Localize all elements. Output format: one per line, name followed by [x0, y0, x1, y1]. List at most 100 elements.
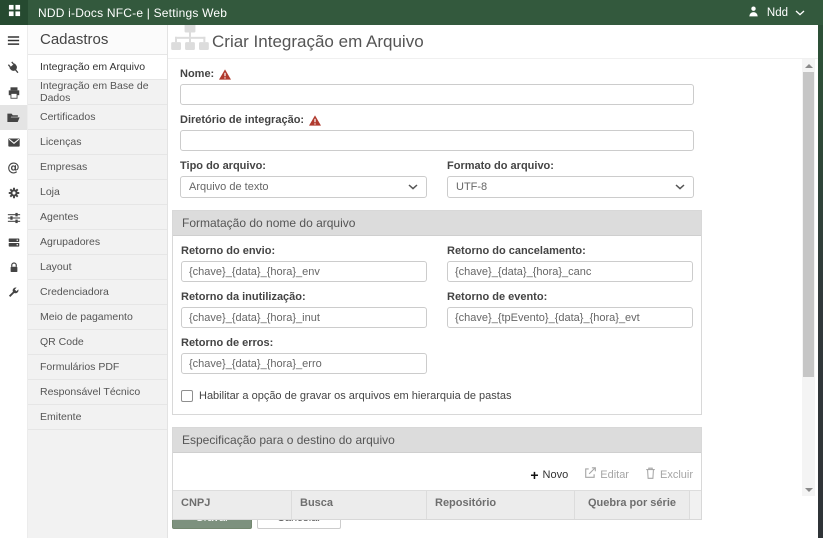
rail-security-button[interactable]	[0, 255, 27, 280]
sitemap-icon	[170, 25, 210, 53]
retorno-evento-label: Retorno de evento:	[447, 291, 693, 303]
table-scrollbar-spacer	[689, 491, 701, 519]
scroll-up-arrow[interactable]	[802, 59, 815, 72]
column-header-quebra-por-serie: Quebra por série	[574, 491, 689, 519]
app-launcher-button[interactable]	[0, 0, 28, 25]
icon-rail: @	[0, 25, 28, 538]
rail-at-button[interactable]: @	[0, 155, 27, 180]
printer-icon	[7, 86, 21, 100]
retorno-inutilizacao-input[interactable]	[181, 307, 427, 328]
sidebar-item-certificados[interactable]: Certificados	[28, 105, 167, 130]
tipo-arquivo-label: Tipo do arquivo:	[180, 160, 427, 172]
editar-button[interactable]: Editar	[584, 467, 629, 482]
top-bar: NDD i-Docs NFC-e | Settings Web Ndd	[0, 0, 823, 25]
mail-icon	[7, 136, 21, 149]
rail-database-button[interactable]	[0, 230, 27, 255]
chevron-down-icon	[795, 7, 805, 19]
sidebar: Cadastros Integração em Arquivo Integraç…	[28, 25, 168, 538]
tipo-arquivo-value: Arquivo de texto	[189, 181, 269, 193]
destino-table: CNPJ Busca Repositório Quebra por série	[173, 490, 701, 519]
database-icon	[7, 236, 21, 249]
gear-icon	[7, 186, 21, 200]
sidebar-item-empresas[interactable]: Empresas	[28, 155, 167, 180]
sidebar-item-loja[interactable]: Loja	[28, 180, 167, 205]
sidebar-item-layout[interactable]: Layout	[28, 255, 167, 280]
user-menu[interactable]: Ndd	[747, 5, 805, 21]
edit-icon	[584, 467, 596, 482]
novo-button[interactable]: + Novo	[530, 469, 568, 481]
retorno-cancelamento-input[interactable]	[447, 261, 693, 282]
rail-mail-button[interactable]	[0, 130, 27, 155]
tipo-arquivo-field: Tipo do arquivo: Arquivo de texto	[180, 151, 427, 198]
retorno-cancelamento-label: Retorno do cancelamento:	[447, 245, 693, 257]
retorno-envio-label: Retorno do envio:	[181, 245, 427, 257]
folder-open-icon	[6, 111, 21, 125]
excluir-button[interactable]: Excluir	[645, 467, 693, 482]
menu-icon	[6, 33, 21, 48]
lock-icon	[8, 261, 20, 274]
formato-arquivo-field: Formato do arquivo: UTF-8	[447, 151, 694, 198]
plus-icon: +	[530, 470, 538, 480]
hierarquia-checkbox[interactable]	[181, 390, 193, 402]
sidebar-item-credenciadora[interactable]: Credenciadora	[28, 280, 167, 305]
form-scroll-area: Nome: Diretório de integração:	[168, 59, 818, 496]
user-name: Ndd	[767, 7, 788, 19]
svg-text:@: @	[7, 161, 19, 175]
formato-arquivo-select[interactable]: UTF-8	[447, 176, 694, 198]
sidebar-item-licencas[interactable]: Licenças	[28, 130, 167, 155]
retorno-evento-input[interactable]	[447, 307, 693, 328]
retorno-cancelamento-field: Retorno do cancelamento:	[447, 236, 693, 282]
page-title: Criar Integração em Arquivo	[212, 32, 424, 52]
hierarquia-checkbox-row[interactable]: Habilitar a opção de gravar os arquivos …	[181, 390, 693, 402]
user-icon	[747, 5, 760, 21]
sidebar-item-responsavel-tecnico[interactable]: Responsável Técnico	[28, 380, 167, 405]
retorno-envio-input[interactable]	[181, 261, 427, 282]
rail-printer-button[interactable]	[0, 80, 27, 105]
scrollbar-thumb[interactable]	[803, 72, 814, 377]
rail-arquivos-button[interactable]	[0, 105, 27, 130]
diretorio-field: Diretório de integração:	[172, 114, 702, 151]
novo-button-label: Novo	[543, 469, 569, 481]
rail-tools-button[interactable]	[0, 280, 27, 305]
rail-preferences-button[interactable]	[0, 205, 27, 230]
formatacao-section: Formatação do nome do arquivo Retorno do…	[172, 210, 702, 415]
waffle-icon	[8, 4, 21, 22]
column-header-cnpj: CNPJ	[173, 491, 291, 519]
chevron-down-icon	[675, 181, 685, 193]
warning-icon	[309, 115, 321, 126]
formatacao-section-title: Formatação do nome do arquivo	[173, 211, 701, 236]
sidebar-item-formularios-pdf[interactable]: Formulários PDF	[28, 355, 167, 380]
column-header-busca: Busca	[291, 491, 426, 519]
diretorio-input[interactable]	[180, 130, 694, 151]
window-edge	[818, 25, 823, 538]
sidebar-item-emitente[interactable]: Emitente	[28, 405, 167, 430]
nome-input[interactable]	[180, 84, 694, 105]
wrench-icon	[7, 286, 20, 299]
at-sign-icon: @	[6, 160, 21, 175]
especificacao-section-title: Especificação para o destino do arquivo	[173, 428, 701, 453]
retorno-evento-field: Retorno de evento:	[447, 282, 693, 328]
diretorio-label-row: Diretório de integração:	[180, 114, 694, 126]
diretorio-label: Diretório de integração:	[180, 114, 304, 126]
tipo-arquivo-select[interactable]: Arquivo de texto	[180, 176, 427, 198]
sidebar-item-meio-de-pagamento[interactable]: Meio de pagamento	[28, 305, 167, 330]
sidebar-item-integracao-em-arquivo[interactable]: Integração em Arquivo	[28, 55, 167, 80]
sidebar-item-qr-code[interactable]: QR Code	[28, 330, 167, 355]
rail-settings-button[interactable]	[0, 180, 27, 205]
retorno-erros-input[interactable]	[181, 353, 427, 374]
nome-field: Nome:	[172, 68, 702, 105]
chevron-down-icon	[408, 181, 418, 193]
rail-integracao-button[interactable]	[0, 55, 27, 80]
rail-menu-button[interactable]	[0, 25, 27, 55]
sidebar-title: Cadastros	[28, 25, 167, 55]
excluir-button-label: Excluir	[660, 469, 693, 481]
sidebar-item-agrupadores[interactable]: Agrupadores	[28, 230, 167, 255]
page-header: Criar Integração em Arquivo	[168, 25, 818, 59]
hierarquia-checkbox-label: Habilitar a opção de gravar os arquivos …	[199, 390, 511, 402]
vertical-scrollbar[interactable]	[802, 59, 815, 496]
sidebar-item-integracao-em-base-de-dados[interactable]: Integração em Base de Dados	[28, 80, 167, 105]
scroll-down-arrow[interactable]	[802, 483, 815, 496]
sidebar-item-agentes[interactable]: Agentes	[28, 205, 167, 230]
editar-button-label: Editar	[600, 469, 629, 481]
retorno-envio-field: Retorno do envio:	[181, 236, 427, 282]
